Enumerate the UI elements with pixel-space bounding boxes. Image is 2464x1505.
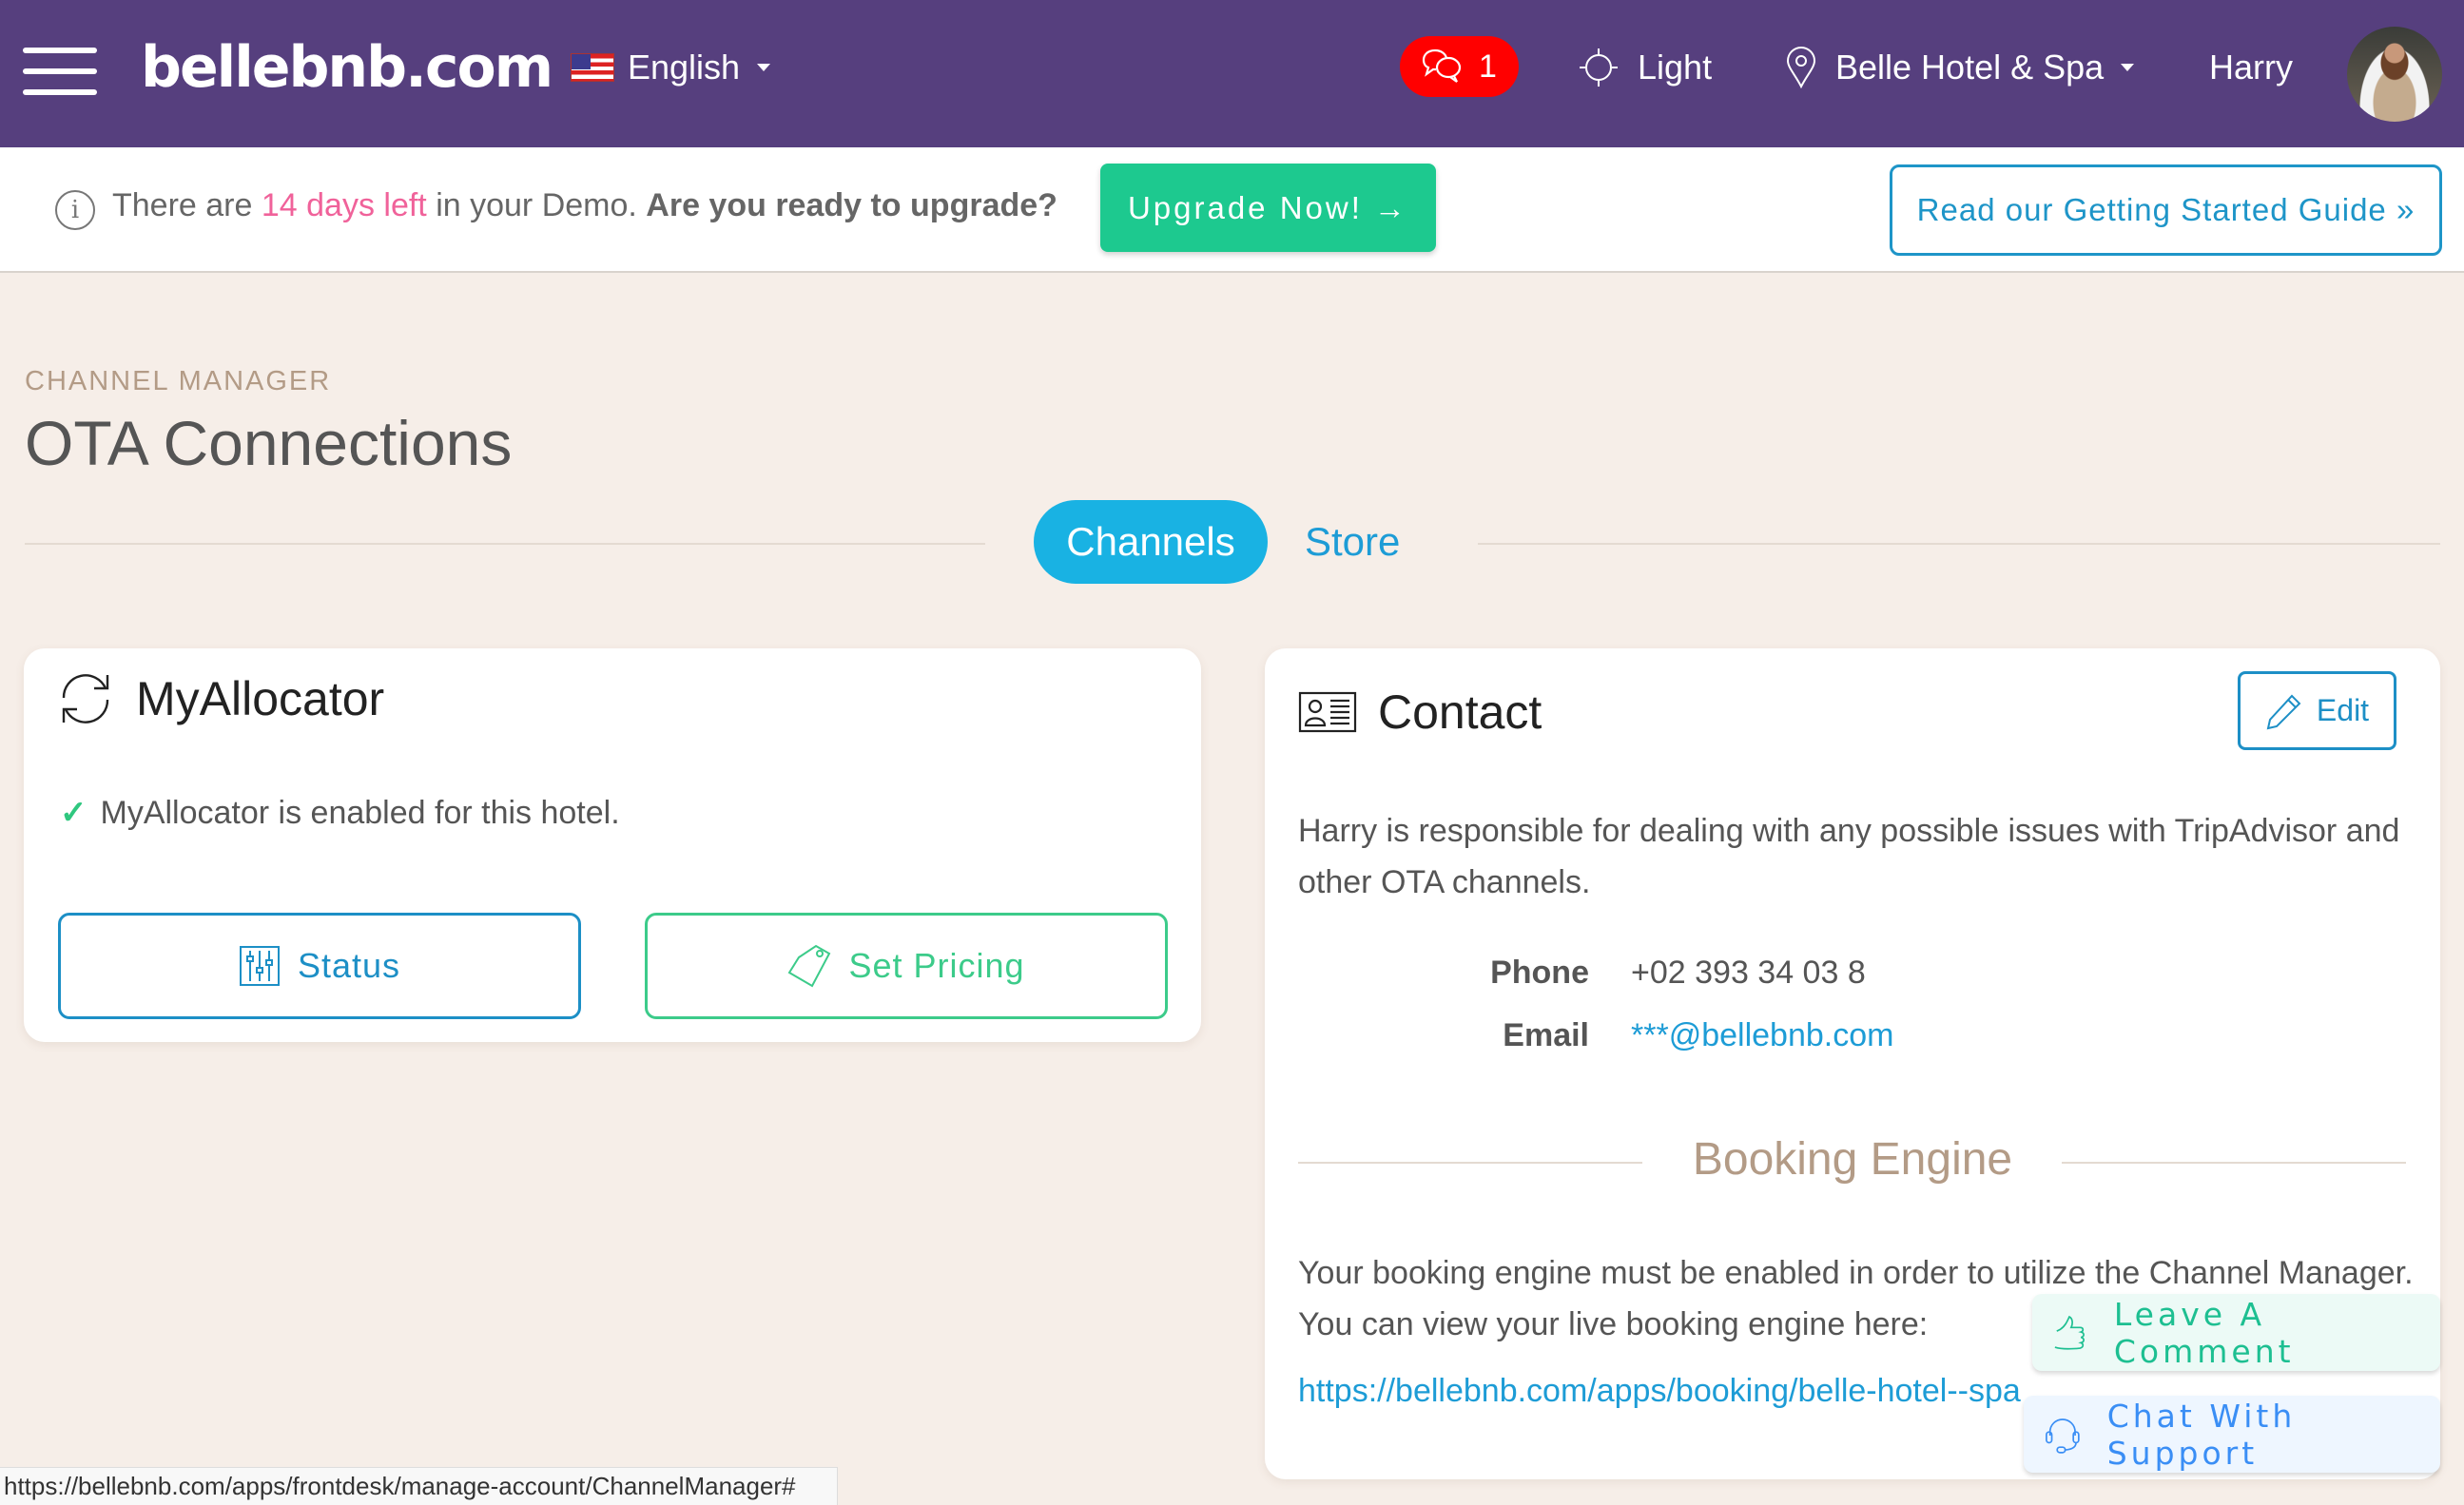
myallocator-title: MyAllocator [136, 672, 385, 725]
sun-icon [1580, 48, 1618, 87]
headset-icon [2046, 1418, 2080, 1454]
tab-channels[interactable]: Channels [1034, 500, 1268, 584]
edit-label: Edit [2316, 693, 2370, 727]
myallocator-card: MyAllocator ✓ MyAllocator is enabled for… [24, 648, 1201, 1042]
sync-icon [62, 674, 109, 724]
us-flag-icon [571, 53, 614, 82]
theme-toggle[interactable]: Light [1579, 44, 1712, 91]
messages-count: 1 [1479, 48, 1497, 85]
map-pin-icon [1786, 47, 1816, 88]
language-selector[interactable]: English [571, 44, 771, 91]
tab-store[interactable]: Store [1305, 513, 1400, 570]
enabled-status: ✓ MyAllocator is enabled for this hotel. [60, 794, 620, 832]
phone-row: Phone +02 393 34 03 8 [1298, 955, 1964, 992]
check-icon: ✓ [60, 795, 87, 831]
contact-card-icon [1298, 691, 1357, 733]
booking-engine-heading: Booking Engine [1692, 1134, 2013, 1185]
pencil-icon [2266, 694, 2301, 729]
days-left: 14 days left [261, 187, 427, 223]
messages-button[interactable]: 1 [1400, 36, 1519, 97]
chevron-down-icon [757, 64, 771, 71]
thumbs-up-icon [2054, 1315, 2085, 1350]
sliders-icon [239, 946, 280, 986]
language-label: English [628, 48, 741, 87]
set-pricing-label: Set Pricing [848, 946, 1025, 985]
chevron-down-icon [2121, 64, 2135, 71]
avatar[interactable] [2347, 27, 2442, 122]
demo-text: in your Demo. [426, 187, 647, 223]
demo-text: There are [112, 187, 262, 223]
theme-label: Light [1638, 48, 1713, 87]
chat-support-button[interactable]: Chat With Support [2024, 1396, 2440, 1473]
contact-title: Contact [1378, 685, 1542, 739]
menu-icon[interactable] [23, 48, 97, 95]
upgrade-now-button[interactable]: Upgrade Now! → [1100, 164, 1436, 252]
upgrade-question: Are you ready to upgrade? [646, 187, 1057, 223]
divider [25, 543, 985, 545]
hotel-selector[interactable]: Belle Hotel & Spa [1786, 44, 2135, 91]
contact-description: Harry is responsible for dealing with an… [1298, 813, 2400, 900]
price-tag-icon [788, 944, 831, 988]
demo-message: There are 14 days left in your Demo. Are… [112, 187, 1057, 224]
phone-label: Phone [1490, 955, 1589, 991]
leave-comment-label: Leave A Comment [2113, 1295, 2295, 1370]
card-title: Contact [1298, 685, 1542, 740]
leave-comment-button[interactable]: Leave A Comment [2032, 1294, 2440, 1371]
enabled-text: MyAllocator is enabled for this hotel. [100, 794, 620, 831]
divider [1478, 543, 2440, 545]
status-button[interactable]: Status [58, 913, 581, 1019]
info-icon: i [55, 190, 95, 230]
email-link[interactable]: ***@bellebnb.com [1631, 1017, 1893, 1054]
logo[interactable]: bellebnb.com [141, 34, 553, 101]
getting-started-guide-button[interactable]: Read our Getting Started Guide » [1890, 164, 2442, 256]
user-name[interactable]: Harry [2209, 44, 2293, 91]
set-pricing-button[interactable]: Set Pricing [645, 913, 1168, 1019]
top-navbar: bellebnb.com English 1 Light Belle Hotel… [0, 0, 2464, 147]
email-row: Email ***@bellebnb.com [1298, 1017, 1964, 1054]
booking-engine-link[interactable]: https://bellebnb.com/apps/booking/belle-… [1298, 1373, 2021, 1410]
chat-support-label: Chat With Support [2106, 1397, 2297, 1472]
phone-value: +02 393 34 03 8 [1631, 955, 1866, 991]
edit-contact-button[interactable]: Edit [2238, 671, 2396, 750]
hotel-name: Belle Hotel & Spa [1835, 48, 2105, 87]
page-title: OTA Connections [25, 408, 513, 478]
chat-bubbles-icon [1422, 48, 1462, 83]
email-label: Email [1503, 1017, 1589, 1053]
breadcrumb: CHANNEL MANAGER [25, 366, 332, 396]
status-label: Status [297, 946, 401, 985]
demo-banner: i There are 14 days left in your Demo. A… [0, 147, 2464, 273]
card-title: MyAllocator [56, 669, 384, 728]
browser-status-url: https://bellebnb.com/apps/frontdesk/mana… [0, 1467, 838, 1505]
